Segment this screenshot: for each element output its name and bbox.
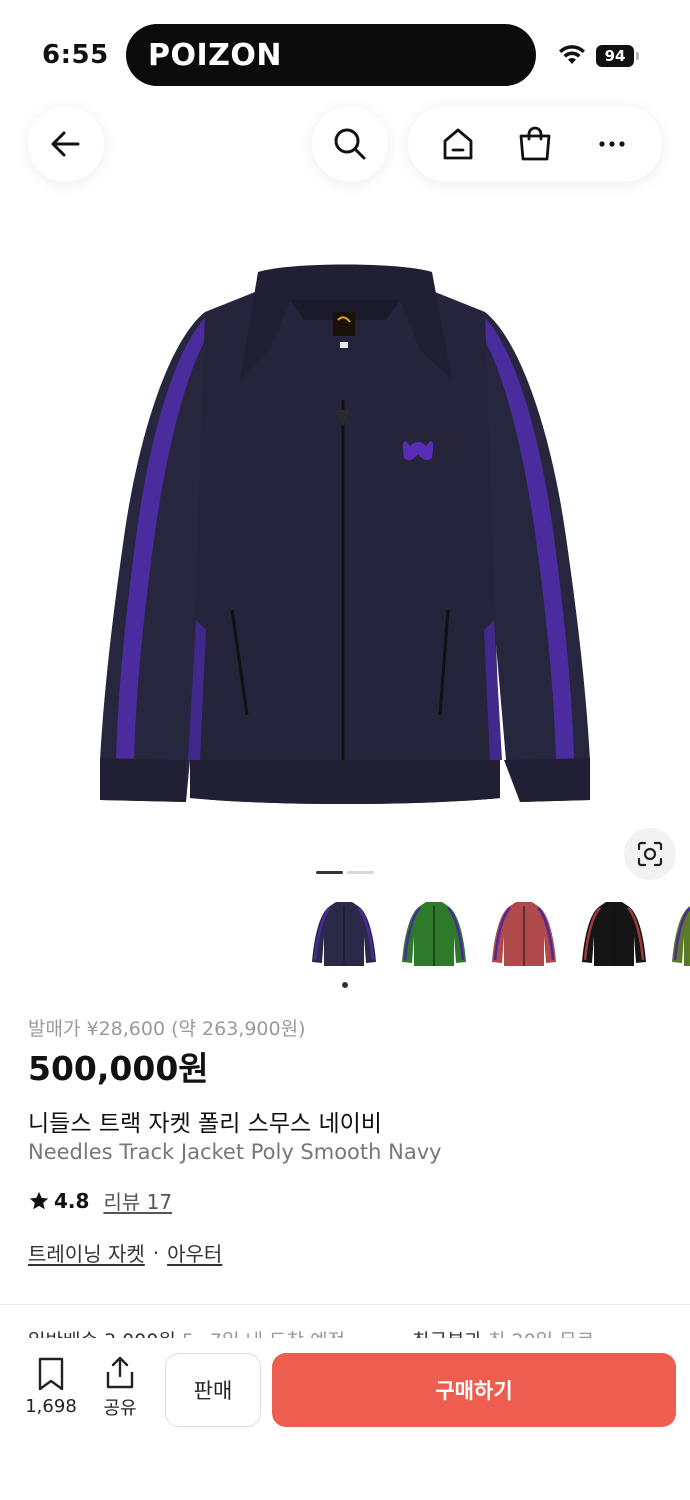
category-row: 트레이닝 자켓 · 아우터 bbox=[28, 1238, 222, 1267]
category-link-training-jacket[interactable]: 트레이닝 자켓 bbox=[28, 1238, 145, 1267]
search-icon bbox=[334, 128, 366, 160]
star-icon bbox=[29, 1191, 49, 1209]
rating-value: 4.8 bbox=[54, 1188, 90, 1213]
share-label: 공유 bbox=[103, 1398, 137, 1419]
color-thumb-navy[interactable] bbox=[306, 896, 382, 974]
status-time: 6:55 bbox=[42, 40, 109, 70]
home-icon bbox=[443, 128, 473, 160]
shopping-bag-icon bbox=[519, 126, 551, 161]
app-logo: POIZON bbox=[148, 38, 283, 73]
product-name-ko: 니들스 트랙 자켓 폴리 스무스 네이비 bbox=[28, 1111, 382, 1137]
bottom-action-bar: 1,698 공유 판매 구매하기 bbox=[0, 1338, 690, 1500]
color-thumb-green[interactable] bbox=[396, 896, 472, 974]
bookmark-count: 1,698 bbox=[25, 1396, 77, 1417]
share-icon bbox=[106, 1356, 134, 1389]
product-image[interactable] bbox=[0, 200, 690, 890]
product-name-en: Needles Track Jacket Poly Smooth Navy bbox=[28, 1140, 442, 1164]
dynamic-island: POIZON bbox=[126, 24, 536, 86]
color-thumb-rust[interactable] bbox=[486, 896, 562, 974]
color-options bbox=[306, 896, 690, 992]
camera-scan-icon bbox=[637, 841, 663, 867]
visual-search-button[interactable] bbox=[624, 828, 676, 880]
home-button[interactable] bbox=[428, 114, 488, 174]
battery-tip bbox=[636, 52, 639, 60]
buy-button[interactable]: 구매하기 bbox=[272, 1353, 676, 1427]
section-divider bbox=[0, 1304, 690, 1305]
color-thumb-black[interactable] bbox=[576, 896, 652, 974]
original-price: 발매가 ¥28,600 (약 263,900원) bbox=[28, 1018, 306, 1040]
price: 500,000원 bbox=[28, 1049, 209, 1088]
sell-button[interactable]: 판매 bbox=[165, 1353, 261, 1427]
category-separator: · bbox=[152, 1240, 160, 1265]
category-link-outer[interactable]: 아우터 bbox=[167, 1238, 222, 1267]
track-jacket-illustration bbox=[100, 264, 590, 804]
bookmark-button[interactable]: 1,698 bbox=[22, 1356, 80, 1417]
back-button[interactable] bbox=[28, 106, 104, 182]
color-thumb-olive[interactable] bbox=[666, 896, 690, 974]
cart-button[interactable] bbox=[505, 114, 565, 174]
share-button[interactable]: 공유 bbox=[96, 1354, 144, 1420]
image-pager bbox=[316, 871, 374, 874]
status-bar: 6:55 POIZON 94 bbox=[0, 0, 690, 100]
nav-actions bbox=[408, 106, 662, 182]
more-icon bbox=[599, 141, 625, 147]
selected-color-indicator bbox=[342, 982, 348, 988]
pager-dot-active bbox=[316, 871, 343, 874]
more-button[interactable] bbox=[582, 114, 642, 174]
search-button[interactable] bbox=[312, 106, 388, 182]
pager-dot bbox=[347, 871, 374, 874]
review-link[interactable]: 리뷰 17 bbox=[103, 1186, 172, 1215]
rating-row: 4.8 리뷰 17 bbox=[28, 1186, 172, 1215]
back-arrow-icon bbox=[51, 131, 80, 157]
bookmark-icon bbox=[38, 1357, 64, 1391]
wifi-icon bbox=[559, 45, 585, 64]
battery-icon: 94 bbox=[596, 45, 634, 67]
